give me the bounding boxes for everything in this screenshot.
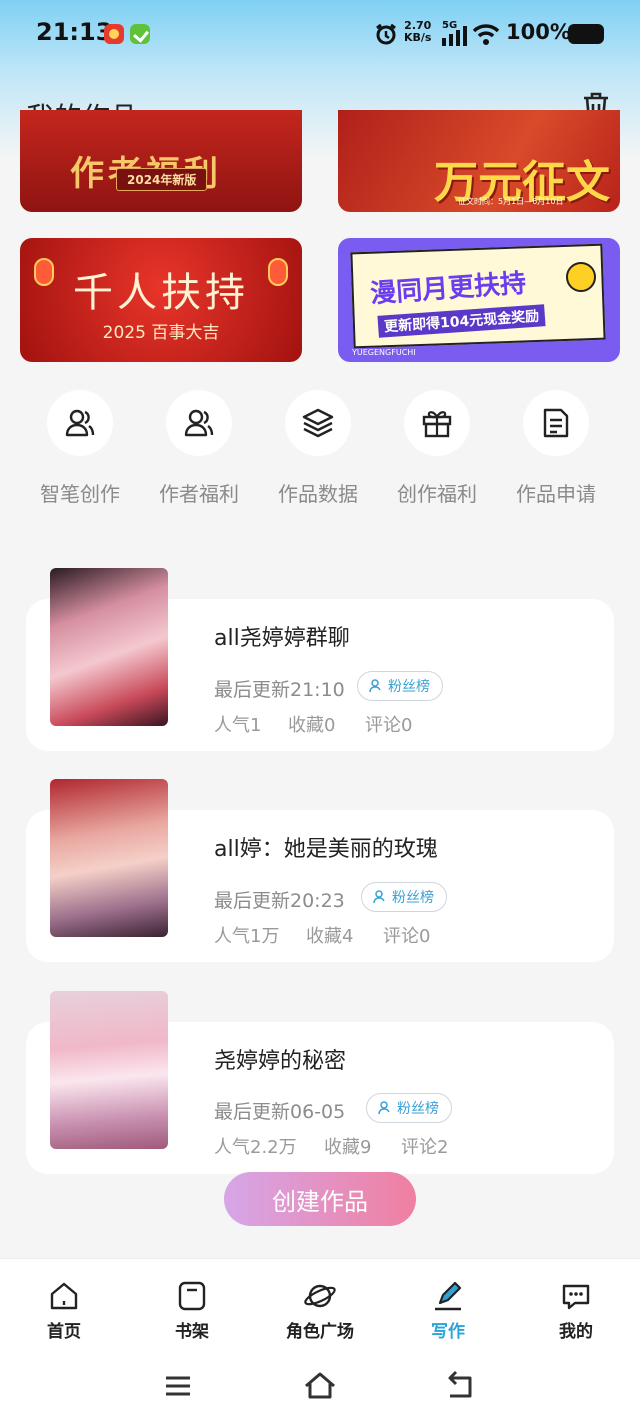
entry-circle [47, 390, 113, 456]
user-icon [373, 890, 385, 904]
status-bar: 21:13 2.70 KB/s 5G 100% [0, 0, 640, 66]
battery-text: 100% [506, 20, 571, 44]
work-update-time: 最后更新21:10 [214, 679, 345, 701]
entry-work-data[interactable]: 作品数据 [268, 390, 368, 507]
battery-icon [568, 24, 604, 44]
tab-home[interactable]: 首页 [14, 1279, 114, 1342]
tab-writing[interactable]: 写作 [398, 1279, 498, 1342]
tab-label: 角色广场 [286, 1322, 354, 1342]
banner-footer: YUEGENGFUCHI [352, 348, 416, 357]
work-title[interactable]: 尧婷婷的秘密 [214, 1043, 346, 1075]
work-cover-image[interactable] [50, 991, 168, 1149]
user-icon [378, 1101, 390, 1115]
entry-circle [166, 390, 232, 456]
tab-label: 写作 [431, 1322, 465, 1342]
smiley-icon [566, 262, 596, 292]
home-nav-icon[interactable] [300, 1368, 340, 1404]
entry-label: 智笔创作 [40, 482, 120, 506]
document-icon [543, 408, 569, 438]
entry-work-application[interactable]: 作品申请 [506, 390, 606, 507]
tab-mine[interactable]: 我的 [526, 1279, 626, 1342]
work-favorites: 收藏4 [306, 926, 354, 947]
home-icon [50, 1282, 78, 1310]
entry-label: 作品数据 [278, 482, 358, 506]
fans-ranking-button[interactable]: 粉丝榜 [357, 671, 443, 701]
banner-essay-contest[interactable]: 万元征文 征文时间：5月1日—6月10日 [338, 110, 620, 212]
chat-icon [562, 1284, 590, 1310]
wifi-icon [472, 24, 500, 45]
alarm-icon [376, 23, 396, 45]
work-comments: 评论2 [401, 1137, 449, 1158]
create-work-button[interactable]: 创建作品 [224, 1172, 416, 1226]
tab-bookshelf[interactable]: 书架 [142, 1279, 242, 1342]
bookshelf-icon [178, 1281, 206, 1311]
entry-circle [404, 390, 470, 456]
entry-creation-benefits[interactable]: 创作福利 [387, 390, 487, 507]
banner-subtitle: 2025 百事大吉 [102, 323, 220, 343]
fans-ranking-button[interactable]: 粉丝榜 [361, 882, 447, 912]
tab-label: 书架 [175, 1322, 209, 1342]
fans-ranking-label: 粉丝榜 [388, 679, 430, 695]
work-cover-image[interactable] [50, 779, 168, 937]
banner-monthly-support[interactable]: 漫同月更扶持 更新即得104元现金奖励 YUEGENGFUCHI [338, 238, 620, 362]
back-icon[interactable] [442, 1368, 482, 1404]
work-comments: 评论0 [383, 926, 431, 947]
banner-title: 千人扶持 [73, 270, 249, 316]
entry-circle [523, 390, 589, 456]
fans-ranking-label: 粉丝榜 [397, 1101, 439, 1117]
work-update-time: 最后更新06-05 [214, 1101, 346, 1123]
work-popularity: 人气1 [214, 715, 262, 736]
layers-icon [302, 408, 334, 438]
entry-author-benefits[interactable]: 作者福利 [149, 390, 249, 507]
fans-ranking-button[interactable]: 粉丝榜 [366, 1093, 452, 1123]
work-comments: 评论0 [365, 715, 413, 736]
work-favorites: 收藏0 [288, 715, 336, 736]
users-icon [65, 409, 95, 437]
app-notification-icon [104, 24, 124, 44]
work-popularity: 人气2.2万 [214, 1137, 297, 1158]
entry-circle [285, 390, 351, 456]
banner-subtitle: 征文时间：5月1日—6月10日 [458, 197, 564, 206]
check-notification-icon [130, 24, 150, 44]
bottom-tab-bar: 首页 书架 角色广场 写作 我的 [0, 1258, 640, 1352]
fans-ranking-label: 粉丝榜 [392, 890, 434, 906]
signal-icon [442, 26, 467, 46]
banner-thousand-support[interactable]: 千人扶持 2025 百事大吉 [20, 238, 302, 362]
entry-label: 作者福利 [159, 482, 239, 506]
system-navigation-bar [0, 1352, 640, 1422]
work-update-time: 最后更新20:23 [214, 890, 345, 912]
pen-icon [435, 1281, 462, 1311]
work-title[interactable]: all尧婷婷群聊 [214, 620, 350, 652]
banner-author-benefits[interactable]: 作者福利 2024年新版 [20, 110, 302, 212]
tab-label: 首页 [47, 1322, 81, 1342]
status-time: 21:13 [36, 18, 113, 46]
work-title[interactable]: all婷：她是美丽的玫瑰 [214, 831, 438, 863]
planet-icon [304, 1284, 336, 1308]
tab-character-square[interactable]: 角色广场 [270, 1279, 370, 1342]
users-icon [184, 409, 214, 437]
work-favorites: 收藏9 [324, 1137, 372, 1158]
entry-label: 创作福利 [397, 482, 477, 506]
banner-tag: 2024年新版 [116, 168, 208, 191]
menu-icon[interactable] [158, 1368, 198, 1404]
tab-label: 我的 [559, 1322, 593, 1342]
work-popularity: 人气1万 [214, 926, 280, 947]
entry-smart-writing[interactable]: 智笔创作 [30, 390, 130, 507]
entry-label: 作品申请 [516, 482, 596, 506]
gift-icon [422, 411, 452, 438]
user-icon [369, 679, 381, 693]
work-cover-image[interactable] [50, 568, 168, 726]
network-speed: 2.70 KB/s [404, 19, 432, 44]
